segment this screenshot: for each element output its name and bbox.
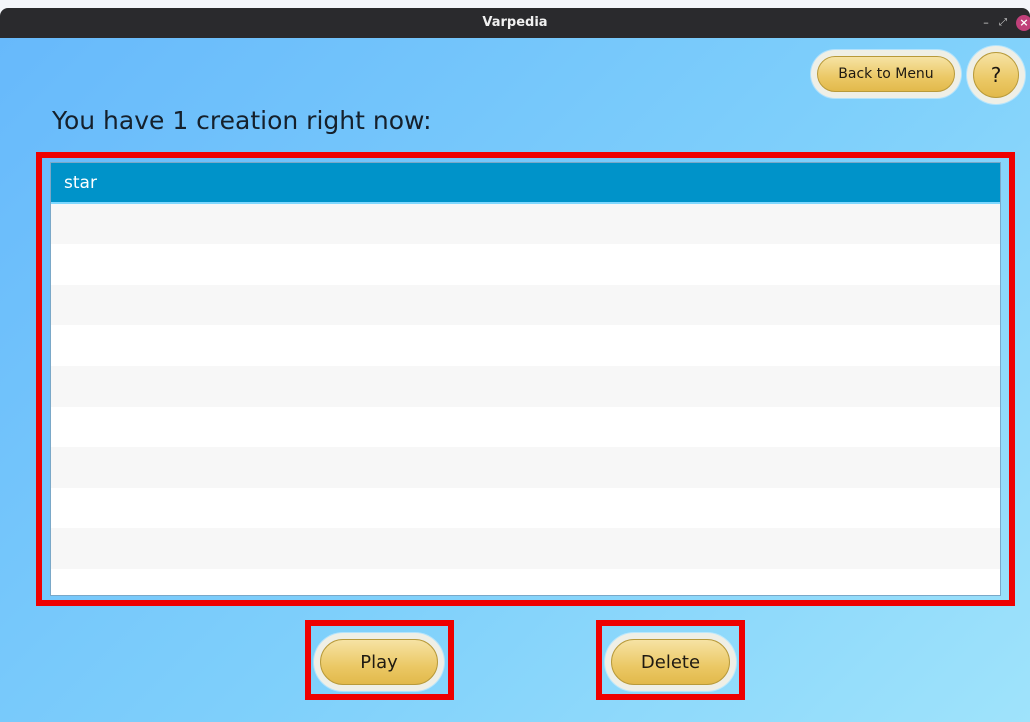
empty-list-row: [51, 447, 1000, 488]
play-button-frame: Play: [314, 633, 444, 691]
close-icon[interactable]: ×: [1016, 15, 1030, 31]
play-button[interactable]: Play: [320, 639, 438, 685]
minimize-icon[interactable]: –: [978, 15, 994, 31]
empty-list-row: [51, 568, 1000, 595]
help-button[interactable]: ?: [973, 52, 1019, 98]
help-button-frame: ?: [967, 46, 1025, 104]
back-button-frame: Back to Menu: [811, 50, 961, 98]
creation-list[interactable]: star: [50, 162, 1001, 596]
empty-list-row: [51, 528, 1000, 569]
empty-list-row: [51, 406, 1000, 448]
page-title: You have 1 creation right now:: [52, 106, 432, 135]
delete-button-frame: Delete: [605, 633, 736, 691]
empty-list-row: [51, 284, 1000, 326]
list-item[interactable]: star: [51, 163, 1000, 204]
empty-list-row: [51, 244, 1000, 285]
maximize-icon[interactable]: ⤢: [995, 15, 1011, 31]
empty-list-row: [51, 365, 1000, 407]
title-bar[interactable]: Varpedia – ⤢ ×: [0, 8, 1030, 38]
back-to-menu-button[interactable]: Back to Menu: [817, 56, 955, 92]
empty-list-row: [51, 325, 1000, 366]
main-content: Back to Menu ? You have 1 creation right…: [0, 38, 1030, 722]
app-window: Varpedia – ⤢ × Back to Menu ? You have 1…: [0, 0, 1030, 722]
window-title: Varpedia: [482, 15, 548, 30]
empty-list-row: [51, 487, 1000, 529]
list-item-label: star: [64, 173, 97, 193]
empty-list-row: [51, 203, 1000, 245]
delete-button[interactable]: Delete: [611, 639, 730, 685]
